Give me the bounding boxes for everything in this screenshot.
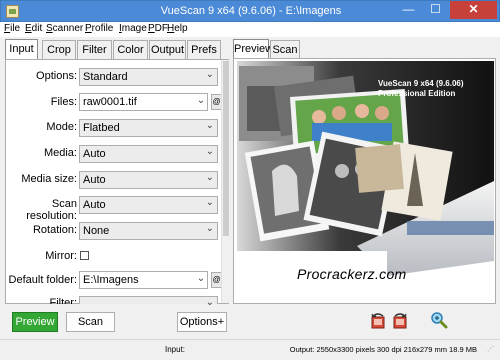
media-size-select[interactable]: Auto: [79, 170, 218, 189]
files-label: Files:: [50, 96, 77, 108]
default-folder-dropdown-icon[interactable]: ⌄: [196, 272, 206, 288]
tab-filter[interactable]: Filter: [77, 40, 112, 59]
files-input[interactable]: raw0001.tif: [79, 93, 208, 111]
menu-help[interactable]: Help: [167, 23, 188, 34]
status-input: Input:: [165, 345, 186, 354]
mode-label: Mode:: [46, 121, 77, 133]
zoom-icon[interactable]: [430, 311, 448, 329]
default-folder-input[interactable]: E:\Imagens: [79, 271, 208, 289]
tab-prefs[interactable]: Prefs: [187, 40, 221, 59]
menu-profile[interactable]: Profile: [85, 23, 113, 34]
rotate-right-icon[interactable]: [391, 312, 409, 330]
tab-preview[interactable]: Preview: [233, 39, 273, 60]
tab-scan[interactable]: Scan: [270, 40, 300, 59]
tab-input[interactable]: Input: [5, 39, 38, 60]
scan-button[interactable]: Scan: [66, 312, 115, 332]
default-folder-label: Default folder:: [8, 274, 77, 286]
partial-row-select[interactable]: [79, 295, 218, 311]
tab-output[interactable]: Output: [149, 40, 186, 59]
rotation-select[interactable]: None: [79, 221, 218, 240]
minimize-button[interactable]: —: [395, 1, 422, 19]
mode-select[interactable]: Flatbed: [79, 118, 218, 137]
settings-scrollbar[interactable]: [221, 60, 229, 303]
mirror-checkbox[interactable]: [80, 251, 89, 260]
status-bar: Input: Output: 2550x3300 pixels 300 dpi …: [0, 339, 500, 360]
rotation-label: Rotation:: [32, 224, 77, 236]
media-select[interactable]: Auto: [79, 144, 218, 163]
watermark-text: Procrackerz.com: [297, 266, 407, 282]
tab-color[interactable]: Color: [113, 40, 148, 59]
mirror-label: Mirror:: [45, 250, 77, 262]
media-label: Media:: [43, 147, 77, 159]
settings-panel: Options: Standard Files: raw0001.tif ⌄ @…: [5, 59, 229, 311]
preview-button[interactable]: Preview: [12, 312, 58, 332]
menu-image[interactable]: Image: [119, 23, 147, 34]
maximize-button[interactable]: ☐: [422, 1, 449, 19]
splash-line1: VueScan 9 x64 (9.6.06): [378, 79, 464, 88]
title-bar[interactable]: VueScan 9 x64 (9.6.06) - E:\Imagens — ☐ …: [0, 0, 500, 22]
resize-grip-icon[interactable]: ⋰: [487, 346, 497, 357]
options-button[interactable]: Options+: [177, 312, 227, 332]
options-select[interactable]: Standard: [79, 67, 218, 86]
media-size-label: Media size:: [21, 173, 77, 185]
close-button[interactable]: ✕: [450, 1, 497, 19]
status-output: Output: 2550x3300 pixels 300 dpi 216x279…: [289, 345, 477, 354]
rotate-left-icon[interactable]: [369, 312, 387, 330]
splash-line2: Professional Edition: [378, 89, 456, 98]
splash-title: VueScan 9 x64 (9.6.06) Professional Edit…: [378, 79, 464, 99]
settings-scrollbar-thumb[interactable]: [223, 61, 229, 236]
options-label: Options:: [36, 70, 77, 82]
menu-scanner[interactable]: Scanner: [46, 23, 83, 34]
menu-edit[interactable]: Edit: [25, 23, 42, 34]
menu-file[interactable]: File: [4, 23, 20, 34]
partial-row-label: Filter:: [49, 297, 78, 304]
menu-pdf[interactable]: PDF: [148, 23, 168, 34]
scan-resolution-select[interactable]: Auto: [79, 195, 218, 214]
files-dropdown-icon[interactable]: ⌄: [196, 94, 206, 110]
tab-crop[interactable]: Crop: [42, 40, 76, 59]
menu-bar: File Edit Scanner Profile Image PDF Help: [0, 22, 500, 37]
scan-resolution-label: Scan resolution:: [26, 198, 77, 222]
